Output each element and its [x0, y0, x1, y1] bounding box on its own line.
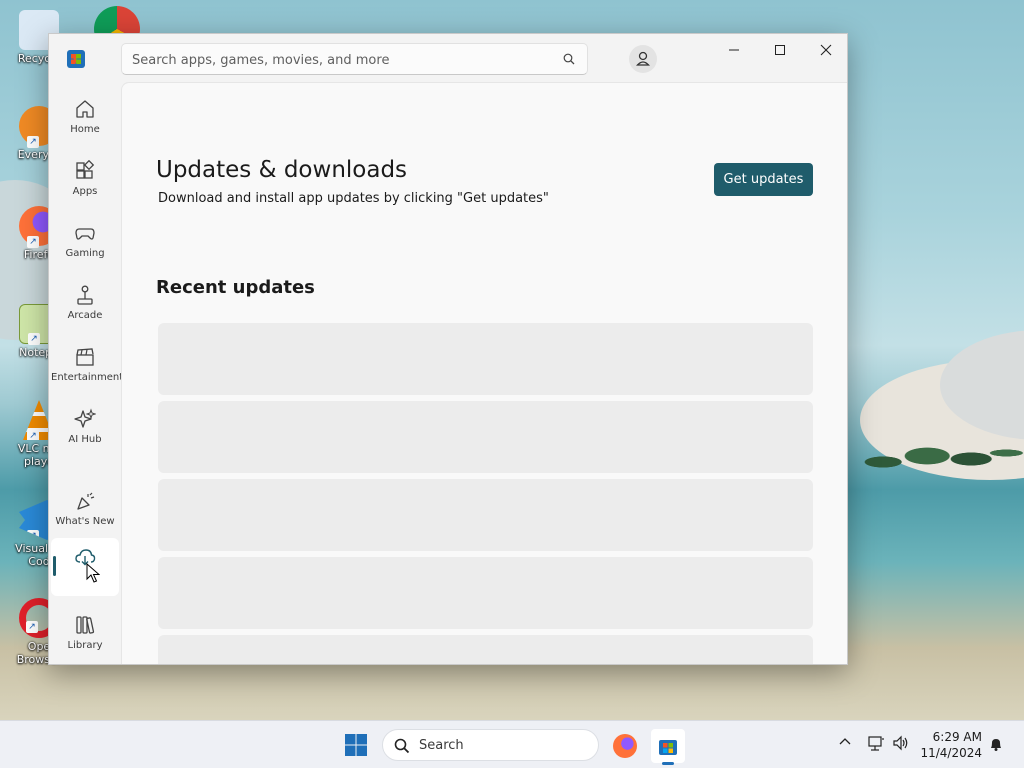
- taskbar-search[interactable]: Search: [382, 729, 599, 761]
- store-logo-icon: [67, 50, 85, 68]
- taskbar-firefox[interactable]: [608, 729, 642, 763]
- network-icon[interactable]: [866, 735, 886, 753]
- store-sidebar: Home Apps Gaming Arcade Entertainment AI…: [49, 82, 123, 664]
- apps-icon: [76, 160, 95, 179]
- start-button[interactable]: [344, 733, 368, 757]
- update-placeholder-row: [158, 479, 813, 551]
- taskbar: Search 6:29 AM 11/4/2024: [0, 720, 1024, 768]
- person-icon: [636, 51, 650, 66]
- search-icon[interactable]: [563, 53, 575, 65]
- clock-date: 11/4/2024: [920, 746, 982, 760]
- joystick-icon: [77, 285, 93, 305]
- sidebar-item-gaming[interactable]: Gaming: [51, 214, 119, 272]
- update-placeholder-row: [158, 401, 813, 473]
- microsoft-store-window: Home Apps Gaming Arcade: [48, 33, 848, 665]
- close-icon: [820, 44, 832, 56]
- sidebar-item-whats-new[interactable]: What's New: [51, 482, 119, 540]
- update-placeholder-row: [158, 635, 813, 664]
- updates-page: Updates & downloads Download and install…: [121, 82, 847, 664]
- shortcut-arrow-icon: ↗: [28, 333, 40, 345]
- store-search-box[interactable]: [121, 43, 588, 75]
- minimize-button[interactable]: [711, 34, 757, 66]
- firefox-icon: [613, 734, 637, 758]
- update-placeholder-row: [158, 557, 813, 629]
- sidebar-item-downloads[interactable]: [51, 538, 119, 596]
- taskbar-microsoft-store[interactable]: [651, 729, 685, 765]
- minimize-icon: [729, 49, 739, 51]
- sidebar-item-home[interactable]: Home: [51, 90, 119, 148]
- maximize-icon: [775, 45, 785, 55]
- shortcut-arrow-icon: ↗: [27, 430, 39, 440]
- account-button[interactable]: [629, 45, 657, 73]
- wallpaper-trees: [848, 420, 1024, 480]
- library-icon: [76, 616, 95, 634]
- maximize-button[interactable]: [757, 34, 803, 66]
- sidebar-item-entertainment[interactable]: Entertainment: [51, 338, 123, 396]
- sidebar-item-ai-hub[interactable]: AI Hub: [51, 400, 119, 458]
- get-updates-button[interactable]: Get updates: [714, 163, 813, 196]
- shortcut-arrow-icon: ↗: [27, 530, 39, 540]
- sparkle-icon: [74, 408, 96, 428]
- clapper-icon: [76, 348, 94, 366]
- windows-logo-icon: [345, 734, 367, 756]
- sidebar-item-apps[interactable]: Apps: [51, 152, 119, 210]
- shortcut-arrow-icon: ↗: [26, 621, 38, 633]
- chevron-up-icon[interactable]: [838, 735, 852, 749]
- home-icon: [76, 100, 94, 118]
- volume-icon[interactable]: [892, 735, 910, 751]
- party-icon: [77, 492, 95, 510]
- shortcut-arrow-icon: ↗: [27, 236, 39, 248]
- search-icon: [394, 738, 410, 754]
- close-button[interactable]: [803, 34, 847, 66]
- search-input[interactable]: [132, 50, 552, 70]
- mouse-cursor-icon: [86, 563, 100, 583]
- sidebar-item-arcade[interactable]: Arcade: [51, 276, 119, 334]
- update-placeholder-row: [158, 323, 813, 395]
- page-title: Updates & downloads: [156, 157, 408, 183]
- recent-updates-heading: Recent updates: [156, 277, 315, 298]
- notification-bell-icon[interactable]: [988, 736, 1004, 752]
- taskbar-clock[interactable]: 6:29 AM 11/4/2024: [920, 729, 982, 761]
- sidebar-item-library[interactable]: Library: [51, 606, 119, 664]
- clock-time: 6:29 AM: [932, 730, 982, 744]
- gamepad-icon: [75, 228, 95, 240]
- title-bar[interactable]: [49, 34, 847, 82]
- store-bag-icon: [659, 740, 677, 755]
- page-subtitle: Download and install app updates by clic…: [158, 191, 549, 206]
- shortcut-arrow-icon: ↗: [27, 136, 39, 148]
